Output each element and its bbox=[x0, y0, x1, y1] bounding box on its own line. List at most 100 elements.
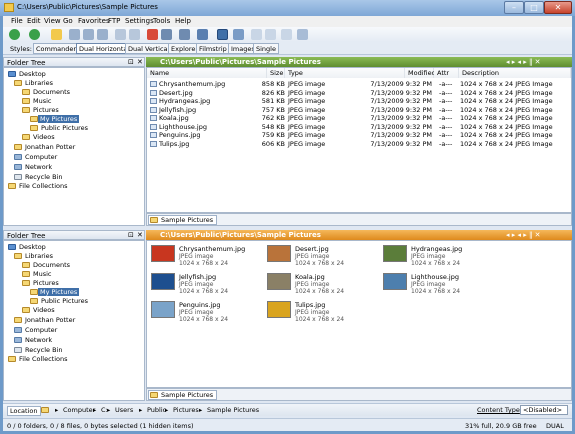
breadcrumb-item[interactable]: Computer bbox=[63, 406, 95, 414]
menu-ftp[interactable]: FTP bbox=[108, 17, 120, 25]
location-label[interactable]: Location bbox=[7, 406, 41, 416]
tools-icon[interactable] bbox=[297, 29, 308, 40]
tree-node-pictures[interactable]: Pictures bbox=[33, 106, 59, 114]
tree-node-my-pictures[interactable]: My Pictures bbox=[38, 288, 80, 296]
menu-favorites[interactable]: Favorites bbox=[78, 17, 110, 25]
cut-icon[interactable] bbox=[69, 29, 80, 40]
tree-node-public-pictures[interactable]: Public Pictures bbox=[41, 124, 88, 132]
paste-icon[interactable] bbox=[97, 29, 108, 40]
menu-settings[interactable]: Settings bbox=[125, 17, 154, 25]
back-icon[interactable] bbox=[9, 29, 20, 40]
pin-icon[interactable]: ⊡ bbox=[128, 231, 134, 239]
thumbnail-image[interactable] bbox=[383, 273, 407, 290]
col-name[interactable]: Name bbox=[147, 68, 267, 78]
rename-icon[interactable] bbox=[161, 29, 172, 40]
file-row[interactable]: Desert.jpg 826 KB JPEG image 7/13/2009 9:32… bbox=[147, 89, 571, 97]
pin-icon[interactable]: ⊡ bbox=[128, 58, 134, 66]
file-row[interactable]: Jellyfish.jpg 757 KB JPEG image 7/13/2009 9… bbox=[147, 106, 571, 114]
forward-icon[interactable] bbox=[29, 29, 40, 40]
view-mode-icon[interactable] bbox=[197, 29, 208, 40]
top-pane-nav[interactable]: ◂ ▸ ◂ ▸ ‖ ✕ bbox=[506, 57, 541, 67]
tree-node-videos[interactable]: Videos bbox=[33, 133, 55, 141]
style-tab-single[interactable]: Single bbox=[253, 43, 279, 54]
tree-node-my-pictures[interactable]: My Pictures bbox=[38, 115, 80, 123]
maximize-button[interactable]: □ bbox=[524, 1, 544, 14]
tree-node-videos[interactable]: Videos bbox=[33, 306, 55, 314]
tree-node-libraries[interactable]: Libraries bbox=[25, 79, 53, 87]
col-description[interactable]: Description bbox=[459, 68, 571, 78]
dual-view-icon[interactable] bbox=[217, 29, 228, 40]
list-icon[interactable] bbox=[265, 29, 276, 40]
menu-view[interactable]: View bbox=[44, 17, 61, 25]
network-icon bbox=[14, 164, 22, 170]
properties-icon[interactable] bbox=[179, 29, 190, 40]
menu-help[interactable]: Help bbox=[175, 17, 191, 25]
file-row[interactable]: Koala.jpg 762 KB JPEG image 7/13/2009 9:32 … bbox=[147, 114, 571, 122]
menu-file[interactable]: File bbox=[11, 17, 23, 25]
tree-node-desktop[interactable]: Desktop bbox=[19, 70, 46, 78]
tree-node-documents[interactable]: Documents bbox=[33, 88, 70, 96]
tree-node-network[interactable]: Network bbox=[25, 163, 52, 171]
style-tab-dual-horizontal[interactable]: Dual Horizontal bbox=[76, 43, 133, 54]
folder-up-icon[interactable] bbox=[51, 29, 62, 40]
tree-node-pictures[interactable]: Pictures bbox=[33, 279, 59, 287]
close-icon[interactable]: ✕ bbox=[137, 58, 143, 66]
tree-node-recycle-bin[interactable]: Recycle Bin bbox=[25, 346, 62, 354]
tree-node-user[interactable]: Jonathan Potter bbox=[25, 143, 75, 151]
bottom-folder-tab[interactable]: Sample Pictures bbox=[148, 390, 218, 400]
bottom-pane-nav[interactable]: ◂ ▸ ◂ ▸ ‖ ✕ bbox=[506, 230, 541, 240]
document-icon[interactable] bbox=[251, 29, 262, 40]
close-icon[interactable]: ✕ bbox=[137, 231, 143, 239]
col-size[interactable]: Size bbox=[267, 68, 285, 78]
top-folder-tab[interactable]: Sample Pictures bbox=[148, 215, 218, 225]
file-row[interactable]: Lighthouse.jpg 548 KB JPEG image 7/13/2009 … bbox=[147, 123, 571, 131]
menu-go[interactable]: Go bbox=[63, 17, 73, 25]
details-icon[interactable] bbox=[281, 29, 292, 40]
col-attr[interactable]: Attr bbox=[434, 68, 459, 78]
file-row[interactable]: Tulips.jpg 606 KB JPEG image 7/13/2009 9:32… bbox=[147, 140, 571, 148]
thumbnail-image[interactable] bbox=[151, 301, 175, 318]
tree-node-user[interactable]: Jonathan Potter bbox=[25, 316, 75, 324]
minimize-button[interactable]: – bbox=[504, 1, 524, 14]
tree-node-computer[interactable]: Computer bbox=[25, 153, 57, 161]
thumbnail-image[interactable] bbox=[267, 245, 291, 262]
col-type[interactable]: Type bbox=[285, 68, 405, 78]
style-tab-filmstrip[interactable]: Filmstrip bbox=[196, 43, 230, 54]
style-tab-dual-vertical[interactable]: Dual Vertical bbox=[125, 43, 173, 54]
move-to-icon[interactable] bbox=[129, 29, 140, 40]
menu-tools[interactable]: Tools bbox=[153, 17, 170, 25]
tree-node-libraries[interactable]: Libraries bbox=[25, 252, 53, 260]
breadcrumb-item[interactable]: Pictures bbox=[173, 406, 199, 414]
thumbnail-image[interactable] bbox=[267, 301, 291, 318]
col-modified[interactable]: Modified bbox=[405, 68, 436, 78]
thumbnail-image[interactable] bbox=[383, 245, 407, 262]
tree-node-file-collections[interactable]: File Collections bbox=[19, 355, 67, 363]
breadcrumb-item[interactable]: Sample Pictures bbox=[207, 406, 259, 414]
copy-icon[interactable] bbox=[83, 29, 94, 40]
file-row[interactable]: Hydrangeas.jpg 581 KB JPEG image 7/13/2009 … bbox=[147, 97, 571, 105]
menu-edit[interactable]: Edit bbox=[27, 17, 41, 25]
breadcrumb-item[interactable]: Users bbox=[115, 406, 133, 414]
layout-icon[interactable] bbox=[233, 29, 244, 40]
thumbnail-image[interactable] bbox=[151, 273, 175, 290]
file-row[interactable]: Penguins.jpg 759 KB JPEG image 7/13/2009 9:… bbox=[147, 131, 571, 139]
style-tab-commander[interactable]: Commander bbox=[33, 43, 80, 54]
delete-icon[interactable] bbox=[147, 29, 158, 40]
tree-node-music[interactable]: Music bbox=[33, 97, 52, 105]
tree-node-desktop[interactable]: Desktop bbox=[19, 243, 46, 251]
copy-to-icon[interactable] bbox=[115, 29, 126, 40]
file-row[interactable]: Chrysanthemum.jpg 858 KB JPEG image 7/13/20… bbox=[147, 80, 571, 88]
folder-icon bbox=[41, 407, 49, 413]
thumbnail-image[interactable] bbox=[151, 245, 175, 262]
content-type-select[interactable]: <Disabled> bbox=[520, 405, 568, 415]
tree-node-recycle-bin[interactable]: Recycle Bin bbox=[25, 173, 62, 181]
tree-node-documents[interactable]: Documents bbox=[33, 261, 70, 269]
breadcrumb-item[interactable]: Public bbox=[147, 406, 166, 414]
tree-node-network[interactable]: Network bbox=[25, 336, 52, 344]
thumbnail-image[interactable] bbox=[267, 273, 291, 290]
tree-node-public-pictures[interactable]: Public Pictures bbox=[41, 297, 88, 305]
tree-node-file-collections[interactable]: File Collections bbox=[19, 182, 67, 190]
tree-node-computer[interactable]: Computer bbox=[25, 326, 57, 334]
tree-node-music[interactable]: Music bbox=[33, 270, 52, 278]
close-button[interactable]: ✕ bbox=[544, 1, 572, 14]
